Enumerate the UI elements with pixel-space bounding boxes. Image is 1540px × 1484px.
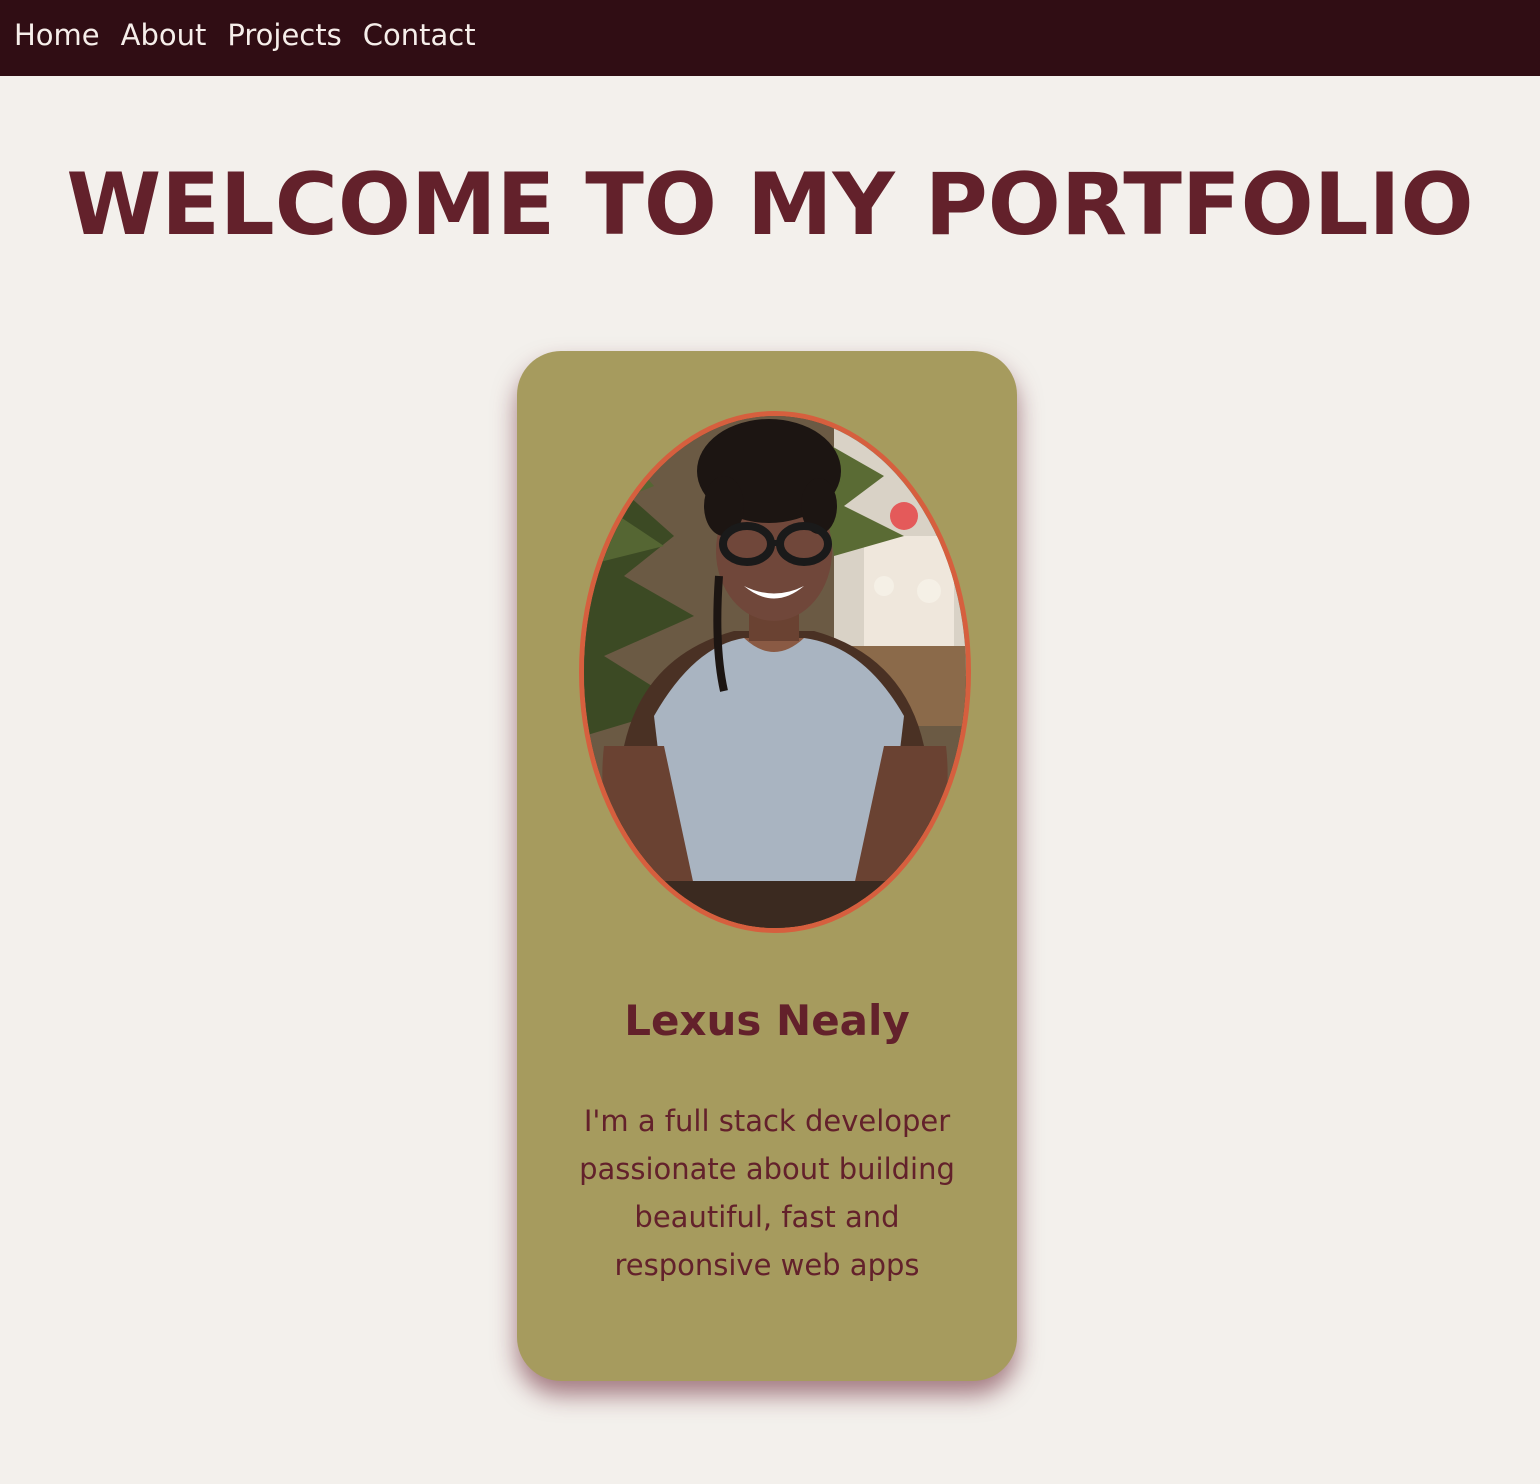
nav-link-home[interactable]: Home (14, 20, 100, 50)
profile-photo-illustration (584, 416, 966, 928)
page-title: WELCOME TO MY PORTFOLIO (66, 155, 1474, 255)
nav-link-contact[interactable]: Contact (363, 20, 476, 50)
nav-link-projects[interactable]: Projects (227, 20, 341, 50)
profile-photo (579, 411, 971, 933)
profile-bio: I'm a full stack developer passionate ab… (579, 1104, 955, 1282)
nav-link-about[interactable]: About (121, 20, 207, 50)
top-navbar: Home About Projects Contact (0, 0, 1540, 76)
profile-name: Lexus Nealy (624, 996, 910, 1045)
profile-card: Lexus Nealy I'm a full stack developer p… (517, 351, 1017, 1381)
